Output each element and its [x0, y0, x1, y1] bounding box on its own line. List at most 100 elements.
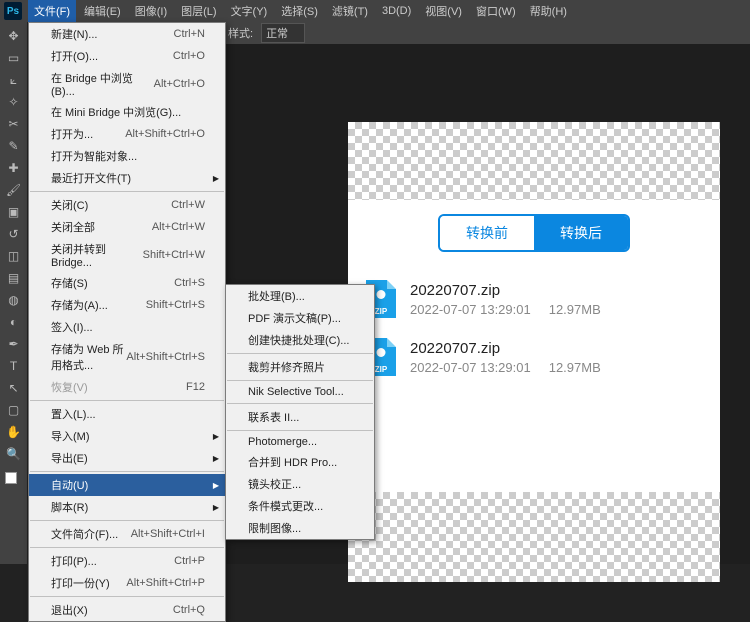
file-menu-item[interactable]: 新建(N)...Ctrl+N: [29, 23, 225, 45]
canvas-area: 样式: 正常 新建(N)...Ctrl+N打开(O)...Ctrl+O在 Bri…: [28, 22, 750, 564]
file-menu-item[interactable]: 置入(L)...: [29, 403, 225, 425]
automate-menu-item[interactable]: Nik Selective Tool...: [226, 383, 374, 401]
options-style-label: 样式:: [228, 25, 253, 41]
file-list: ZIP20220707.zip2022-07-07 13:29:0112.97M…: [348, 270, 720, 386]
file-menu-item[interactable]: 导出(E)▶: [29, 447, 225, 469]
stamp-tool-icon[interactable]: ▣: [4, 202, 24, 222]
file-date: 2022-07-07 13:29:01: [410, 360, 531, 375]
app-logo: Ps: [4, 2, 22, 20]
file-name: 20220707.zip: [410, 340, 702, 357]
menu-separator: [227, 353, 373, 354]
file-menu-item[interactable]: 关闭并转到 Bridge...Shift+Ctrl+W: [29, 238, 225, 272]
file-menu-item[interactable]: 在 Bridge 中浏览(B)...Alt+Ctrl+O: [29, 67, 225, 101]
file-menu-item[interactable]: 最近打开文件(T)▶: [29, 167, 225, 189]
file-menu-item[interactable]: 关闭(C)Ctrl+W: [29, 194, 225, 216]
history-brush-icon[interactable]: ↺: [4, 224, 24, 244]
file-size: 12.97MB: [549, 360, 601, 375]
menu-filter[interactable]: 滤镜(T): [326, 0, 374, 22]
menu-separator: [30, 400, 224, 401]
file-menu-item[interactable]: 文件简介(F)...Alt+Shift+Ctrl+I: [29, 523, 225, 545]
blur-tool-icon[interactable]: ◍: [4, 290, 24, 310]
automate-menu-item[interactable]: 条件模式更改...: [226, 495, 374, 517]
menu-edit[interactable]: 编辑(E): [78, 0, 127, 22]
menubar: 文件(F) 编辑(E) 图像(I) 图层(L) 文字(Y) 选择(S) 滤镜(T…: [28, 0, 573, 22]
menu-separator: [30, 520, 224, 521]
menu-separator: [227, 403, 373, 404]
color-swatches[interactable]: [5, 472, 23, 490]
file-menu-item[interactable]: 在 Mini Bridge 中浏览(G)...: [29, 101, 225, 123]
menu-separator: [30, 191, 224, 192]
tab-before[interactable]: 转换前: [440, 216, 534, 250]
file-row[interactable]: ZIP20220707.zip2022-07-07 13:29:0112.97M…: [348, 270, 720, 328]
file-menu-item[interactable]: 签入(I)...: [29, 316, 225, 338]
automate-menu-item[interactable]: 联系表 II...: [226, 406, 374, 428]
workspace: ✥ ▭ ⟀ ✧ ✂ ✎ ✚ 🖌 ▣ ↺ ◫ ▤ ◍ ◐ ✒ T ↖ ▢ ✋ 🔍 …: [0, 22, 750, 564]
file-menu-item[interactable]: 恢复(V)F12: [29, 376, 225, 398]
file-menu-item[interactable]: 脚本(R)▶: [29, 496, 225, 518]
file-menu-item[interactable]: 存储(S)Ctrl+S: [29, 272, 225, 294]
automate-menu-item[interactable]: Photomerge...: [226, 433, 374, 451]
automate-menu-item[interactable]: 限制图像...: [226, 517, 374, 539]
automate-menu-item[interactable]: 批处理(B)...: [226, 285, 374, 307]
wand-tool-icon[interactable]: ✧: [4, 92, 24, 112]
file-menu-item[interactable]: 关闭全部Alt+Ctrl+W: [29, 216, 225, 238]
transparency-checker-bottom: [348, 492, 720, 582]
tab-after[interactable]: 转换后: [534, 216, 628, 250]
file-menu-item[interactable]: 打印一份(Y)Alt+Shift+Ctrl+P: [29, 572, 225, 594]
automate-menu-item[interactable]: 裁剪并修齐照片: [226, 356, 374, 378]
menu-file[interactable]: 文件(F): [28, 0, 76, 22]
automate-menu-item[interactable]: 镜头校正...: [226, 473, 374, 495]
menu-type[interactable]: 文字(Y): [225, 0, 274, 22]
file-info: 20220707.zip 2022-07-07 13:29:01 12.97MB: [410, 340, 702, 375]
file-menu-item[interactable]: 打印(P)...Ctrl+P: [29, 550, 225, 572]
conversion-tabs: 转换前 转换后: [348, 200, 720, 270]
heal-tool-icon[interactable]: ✚: [4, 158, 24, 178]
automate-menu-item[interactable]: 创建快捷批处理(C)...: [226, 329, 374, 351]
transparency-checker-top: [348, 122, 720, 200]
menu-separator: [30, 596, 224, 597]
menu-view[interactable]: 视图(V): [419, 0, 468, 22]
file-menu-item[interactable]: 存储为 Web 所用格式...Alt+Shift+Ctrl+S: [29, 338, 225, 376]
zoom-tool-icon[interactable]: 🔍: [4, 444, 24, 464]
pen-tool-icon[interactable]: ✒: [4, 334, 24, 354]
brush-tool-icon[interactable]: 🖌: [4, 180, 24, 200]
marquee-tool-icon[interactable]: ▭: [4, 48, 24, 68]
gradient-tool-icon[interactable]: ▤: [4, 268, 24, 288]
menu-3d[interactable]: 3D(D): [376, 2, 417, 20]
menu-select[interactable]: 选择(S): [275, 0, 324, 22]
hand-tool-icon[interactable]: ✋: [4, 422, 24, 442]
file-menu-item[interactable]: 退出(X)Ctrl+Q: [29, 599, 225, 621]
file-menu-item[interactable]: 打开(O)...Ctrl+O: [29, 45, 225, 67]
crop-tool-icon[interactable]: ✂: [4, 114, 24, 134]
file-info: 20220707.zip2022-07-07 13:29:0112.97MB: [410, 282, 702, 317]
options-style-select[interactable]: 正常: [261, 23, 305, 43]
move-tool-icon[interactable]: ✥: [4, 26, 24, 46]
file-menu-item[interactable]: 自动(U)▶: [29, 474, 225, 496]
eraser-tool-icon[interactable]: ◫: [4, 246, 24, 266]
eyedropper-tool-icon[interactable]: ✎: [4, 136, 24, 156]
file-menu-item[interactable]: 打开为智能对象...: [29, 145, 225, 167]
file-menu-item[interactable]: 打开为...Alt+Shift+Ctrl+O: [29, 123, 225, 145]
document-content: 转换前 转换后 ZIP20220707.zip2022-07-07 13:29:…: [348, 200, 720, 492]
menu-window[interactable]: 窗口(W): [470, 0, 522, 22]
tool-palette: ✥ ▭ ⟀ ✧ ✂ ✎ ✚ 🖌 ▣ ↺ ◫ ▤ ◍ ◐ ✒ T ↖ ▢ ✋ 🔍: [0, 22, 28, 564]
shape-tool-icon[interactable]: ▢: [4, 400, 24, 420]
lasso-tool-icon[interactable]: ⟀: [4, 70, 24, 90]
menu-separator: [227, 430, 373, 431]
type-tool-icon[interactable]: T: [4, 356, 24, 376]
file-row[interactable]: ZIP20220707.zip2022-07-07 13:29:0112.97M…: [348, 328, 720, 386]
menu-image[interactable]: 图像(I): [129, 0, 173, 22]
file-menu-item[interactable]: 导入(M)▶: [29, 425, 225, 447]
dodge-tool-icon[interactable]: ◐: [4, 312, 24, 332]
automate-menu-item[interactable]: 合并到 HDR Pro...: [226, 451, 374, 473]
file-name: 20220707.zip: [410, 282, 702, 299]
file-menu-item[interactable]: 存储为(A)...Shift+Ctrl+S: [29, 294, 225, 316]
menu-layer[interactable]: 图层(L): [175, 0, 222, 22]
file-menu-dropdown: 新建(N)...Ctrl+N打开(O)...Ctrl+O在 Bridge 中浏览…: [28, 22, 226, 622]
automate-menu-item[interactable]: PDF 演示文稿(P)...: [226, 307, 374, 329]
menu-separator: [30, 547, 224, 548]
menu-separator: [227, 380, 373, 381]
document-canvas: 转换前 转换后 ZIP20220707.zip2022-07-07 13:29:…: [348, 122, 720, 582]
menu-help[interactable]: 帮助(H): [524, 0, 573, 22]
path-tool-icon[interactable]: ↖: [4, 378, 24, 398]
